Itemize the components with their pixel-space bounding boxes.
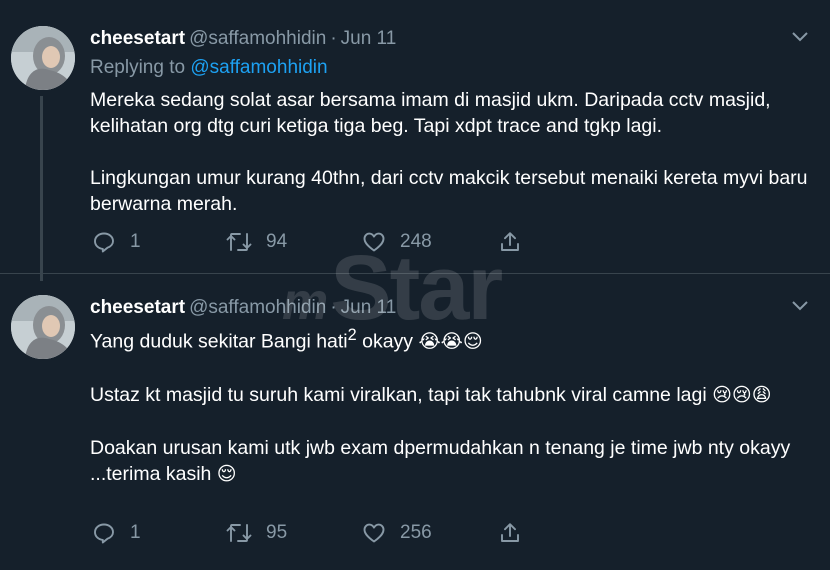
paragraph-text: okayy: [356, 330, 419, 353]
avatar-image: [11, 295, 75, 359]
tweet-paragraph: Mereka sedang solat asar bersama imam di…: [90, 89, 771, 137]
separator-dot: ·: [330, 297, 337, 318]
superscript: 2: [347, 326, 357, 344]
caret-down-icon[interactable]: [790, 30, 810, 44]
share-button[interactable]: [498, 520, 522, 546]
emoji-group: 😢😢😩: [712, 384, 772, 406]
reply-icon: [94, 232, 114, 253]
like-count: 248: [400, 231, 432, 252]
avatar-image: [11, 26, 75, 90]
user-handle[interactable]: @saffamohhidin: [189, 297, 326, 318]
paragraph-text: Doakan urusan kami utk jwb exam dpermuda…: [90, 436, 791, 485]
tweet-actions: 1 94 248: [90, 229, 530, 255]
reply-button[interactable]: 1: [92, 520, 141, 546]
reply-icon: [94, 523, 114, 544]
user-handle[interactable]: @saffamohhidin: [189, 28, 326, 49]
reply-count: 1: [130, 522, 141, 543]
display-name[interactable]: cheesetart: [90, 297, 185, 318]
tweet-actions: 1 95 256: [90, 520, 530, 546]
caret-down-icon[interactable]: [790, 299, 810, 313]
like-count: 256: [400, 522, 432, 543]
like-button[interactable]: 248: [362, 229, 432, 255]
emoji-group: 😌: [216, 463, 237, 485]
paragraph-text: Yang duduk sekitar Bangi hati: [90, 330, 348, 353]
tweet-date[interactable]: Jun 11: [341, 297, 397, 318]
like-icon: [363, 232, 385, 252]
tweet-header: cheesetart @saffamohhidin · Jun 11: [90, 296, 396, 320]
retweet-count: 94: [266, 231, 288, 252]
share-button[interactable]: [498, 229, 522, 255]
tweet-header: cheesetart @saffamohhidin · Jun 11: [90, 27, 396, 51]
replying-to: Replying to @saffamohhidin: [90, 56, 328, 80]
tweet-paragraph: Doakan urusan kami utk jwb exam dpermuda…: [90, 435, 814, 488]
avatar[interactable]: [11, 26, 75, 90]
retweet-count: 95: [266, 522, 288, 543]
tweet-paragraph: Lingkungan umur kurang 40thn, dari cctv …: [90, 167, 808, 215]
mention-link[interactable]: @saffamohhidin: [190, 57, 327, 78]
emoji-group: 😭😭😌: [418, 331, 483, 353]
replying-prefix: Replying to: [90, 57, 186, 78]
retweet-button[interactable]: 95: [226, 520, 287, 546]
tweet-paragraph: Yang duduk sekitar Bangi hati2 okayy 😭😭😌: [90, 322, 814, 356]
tweet-paragraph: Ustaz kt masjid tu suruh kami viralkan, …: [90, 382, 814, 409]
tweet[interactable]: cheesetart @saffamohhidin · Jun 11 Replying…: [0, 0, 830, 281]
tweet-text: Mereka sedang solat asar bersama imam di…: [90, 87, 814, 217]
reply-button[interactable]: 1: [92, 229, 141, 255]
retweet-icon: [226, 233, 252, 251]
like-icon: [363, 523, 385, 543]
thread-connector-line: [40, 96, 43, 281]
display-name[interactable]: cheesetart: [90, 28, 185, 49]
paragraph-text: Ustaz kt masjid tu suruh kami viralkan, …: [90, 383, 713, 406]
tweet-text: Yang duduk sekitar Bangi hati2 okayy 😭😭😌…: [90, 322, 814, 488]
retweet-button[interactable]: 94: [226, 229, 287, 255]
like-button[interactable]: 256: [362, 520, 432, 546]
retweet-icon: [226, 524, 252, 542]
tweet-thread: cheesetart @saffamohhidin · Jun 11 Replying…: [0, 0, 830, 570]
tweet[interactable]: cheesetart @saffamohhidin · Jun 11 Yang dud…: [0, 273, 830, 570]
separator-dot: ·: [330, 28, 337, 49]
share-icon: [501, 232, 519, 251]
reply-count: 1: [130, 231, 141, 252]
share-icon: [501, 523, 519, 542]
tweet-date[interactable]: Jun 11: [341, 28, 397, 49]
avatar[interactable]: [11, 295, 75, 359]
